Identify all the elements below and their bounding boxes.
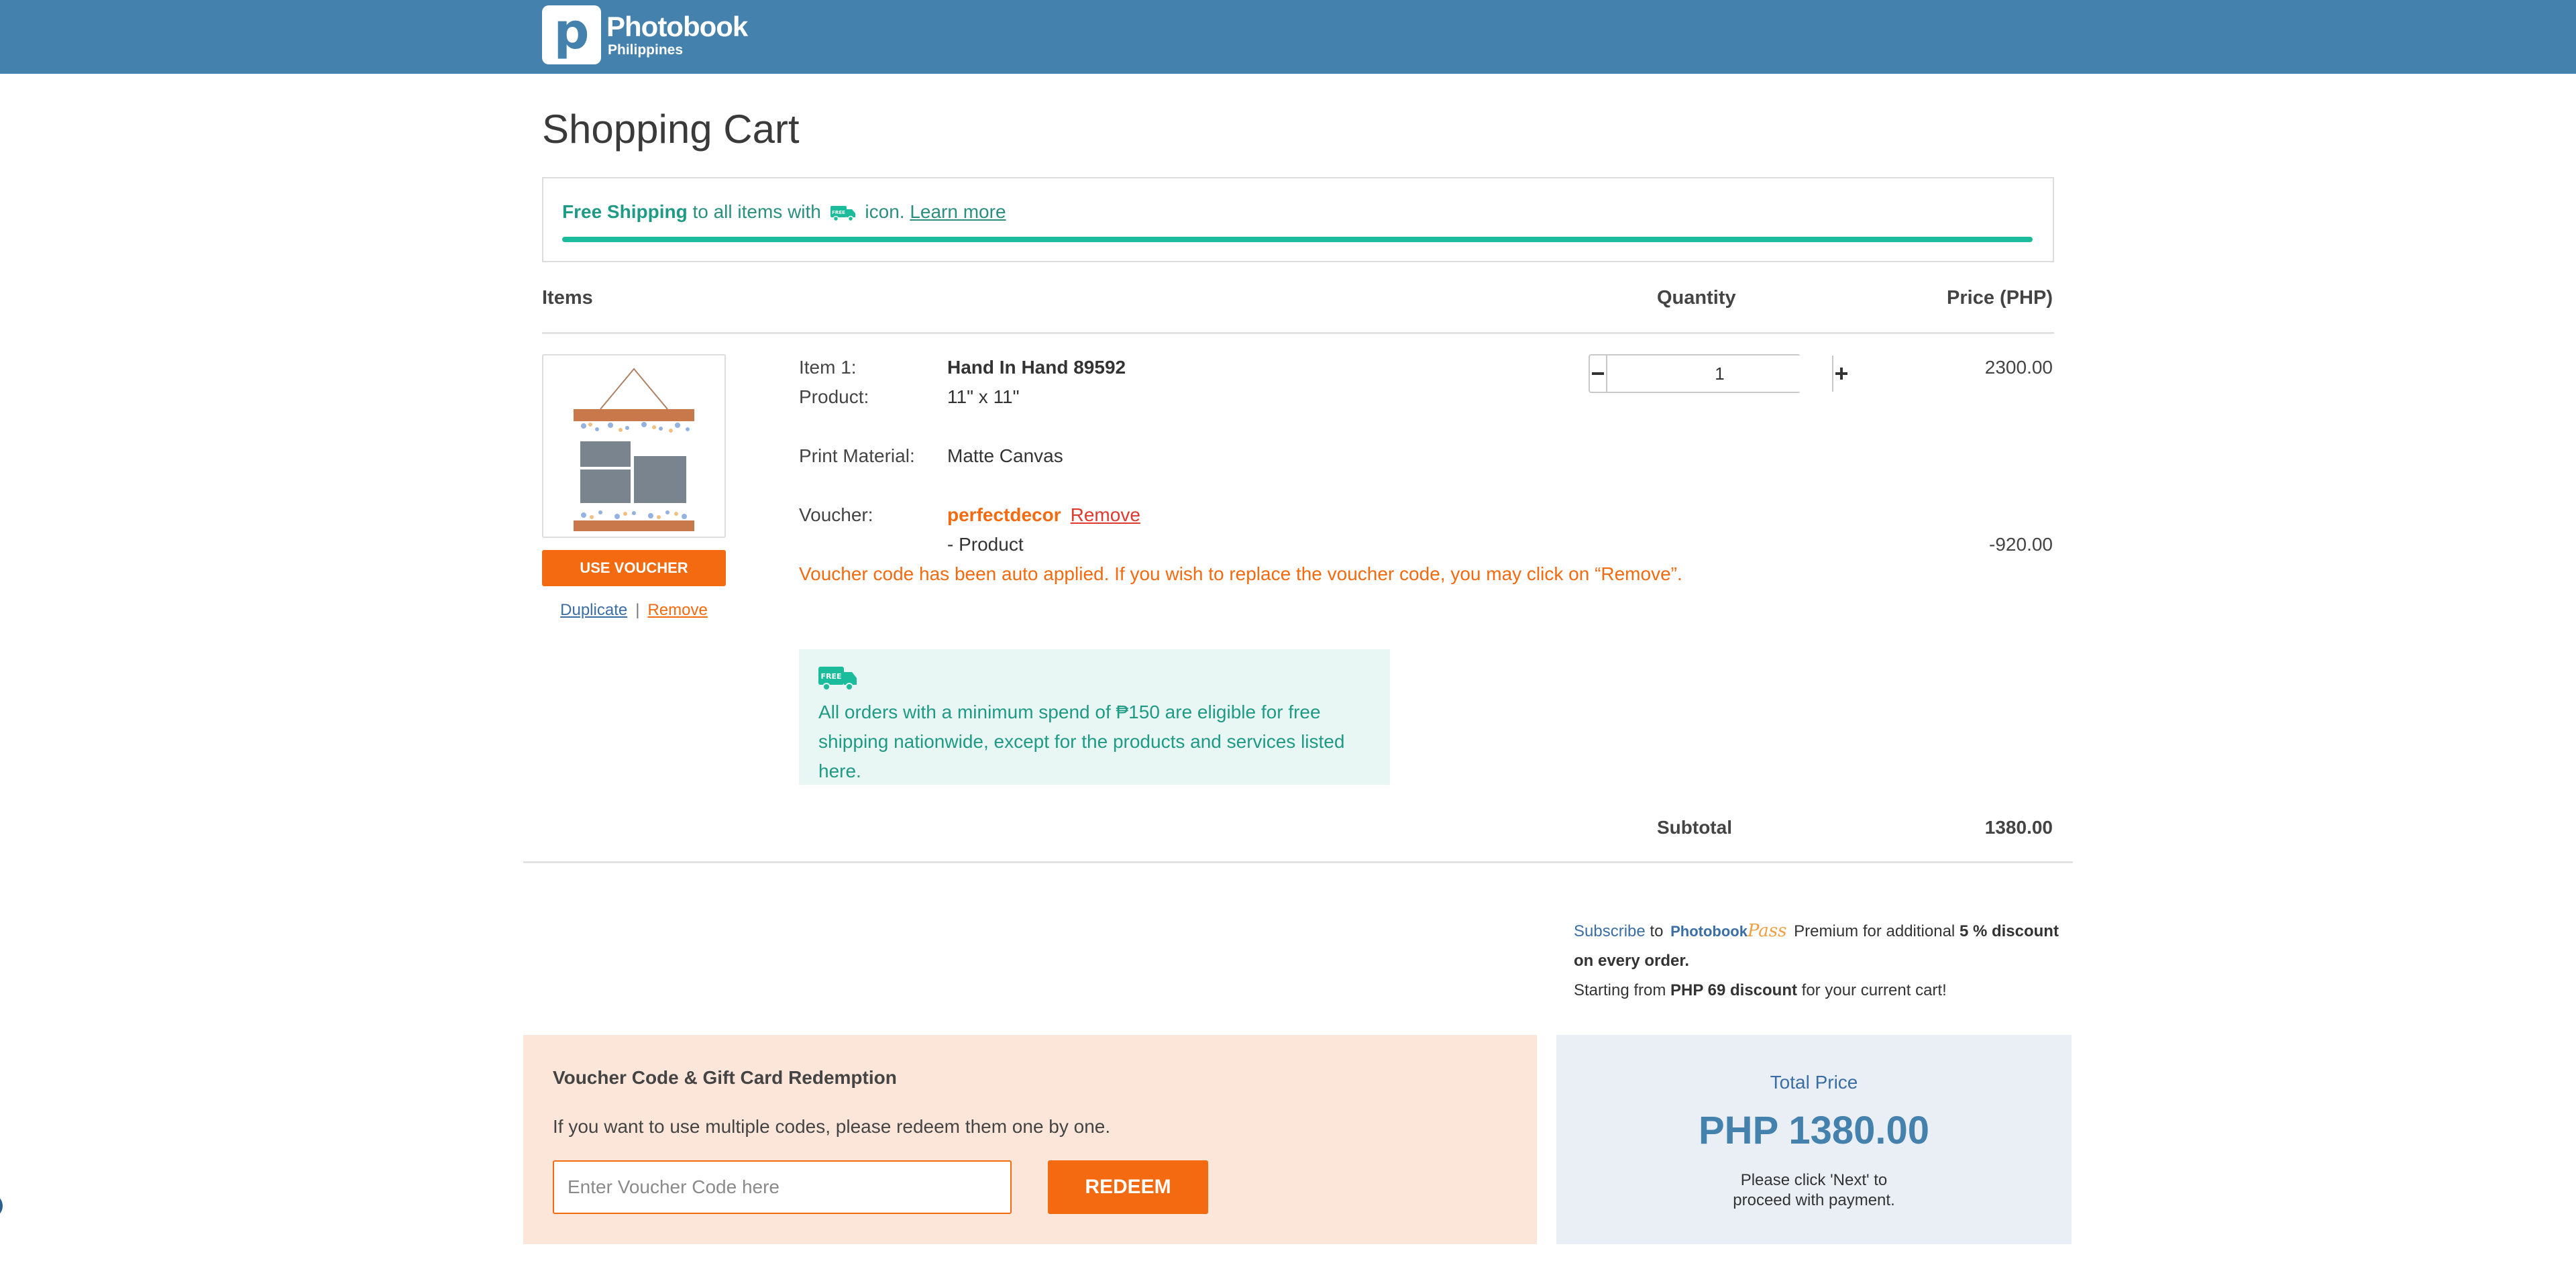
free-shipping-truck-icon: FREE [830,206,855,221]
item-price: 2300.00 [1984,357,2053,378]
print-material-value: Matte Canvas [947,445,1063,466]
voucher-discount: -920.00 [1989,534,2053,555]
link-separator: | [635,601,640,619]
svg-text:FREE: FREE [820,672,841,681]
item-actions: Duplicate | Remove [542,601,726,620]
voucher-scope: - Product [947,534,1024,555]
photobook-pass-logo: PhotobookPass [1670,921,1787,941]
voucher-code: perfectdecor [947,504,1061,525]
increase-quantity-button[interactable] [1832,355,1849,392]
free-shipping-info-text: All orders with a minimum spend of ₱150 … [818,702,1345,781]
column-header-items: Items [542,287,593,309]
voucher-code-input[interactable] [553,1160,1012,1214]
wall-hanging-canvas-image [574,368,694,531]
svg-text:FREE: FREE [832,210,845,215]
free-shipping-banner-text: Free Shipping to all items with FREE ico… [562,201,1006,222]
logo-brand-text: Photobook [606,11,748,42]
voucher-auto-applied-message: Voucher code has been auto applied. If y… [799,563,1682,584]
page-title: Shopping Cart [542,107,800,152]
print-material-label: Print Material: [799,445,915,466]
applied-voucher: perfectdecor Remove [947,504,1140,526]
use-voucher-button[interactable]: USE VOUCHER [542,550,726,586]
voucher-label: Voucher: [799,504,873,525]
plus-icon [1835,368,1847,380]
subscribe-link[interactable]: Subscribe [1574,922,1646,940]
voucher-redemption-title: Voucher Code & Gift Card Redemption [553,1067,897,1088]
header-divider [542,332,2054,334]
item-name: Hand In Hand 89592 [947,357,1126,378]
top-header-bar: p Photobook Philippines [0,0,2576,74]
photobook-logo[interactable]: p Photobook Philippines [542,5,748,64]
quantity-stepper [1589,354,1847,393]
total-price-value: PHP 1380.00 [1699,1109,1929,1152]
remove-voucher-link[interactable]: Remove [1071,504,1140,525]
subtotal-value: 1380.00 [1984,817,2053,838]
learn-more-link[interactable]: Learn more [910,201,1006,222]
product-size: 11" x 11" [947,386,1020,407]
item-index-label: Item 1: [799,357,857,378]
free-shipping-truck-icon: FREE [818,667,857,691]
column-header-quantity: Quantity [1657,287,1736,309]
subtotal-divider [523,861,2073,863]
redeem-button[interactable]: REDEEM [1048,1160,1208,1214]
chat-widget-tab[interactable] [0,1194,3,1218]
product-label: Product: [799,386,869,407]
subtotal-label: Subtotal [1657,817,1732,838]
voucher-redemption-hint: If you want to use multiple codes, pleas… [553,1116,1111,1137]
subscribe-promo: Subscribe to PhotobookPass Premium for a… [1574,916,2070,1005]
remove-item-link[interactable]: Remove [647,601,707,619]
decrease-quantity-button[interactable] [1590,355,1607,392]
total-price-note: Please click 'Next' to proceed with paym… [1733,1171,1895,1209]
duplicate-item-link[interactable]: Duplicate [560,601,627,619]
product-thumbnail[interactable] [542,354,726,538]
total-price-label: Total Price [1770,1072,1858,1093]
column-header-price: Price (PHP) [1947,287,2053,309]
logo-region-text: Philippines [608,42,684,58]
quantity-input[interactable] [1607,355,1832,392]
free-shipping-progress-bar [562,237,2033,242]
logo-p-icon: p [542,5,601,64]
minus-icon [1592,372,1604,375]
